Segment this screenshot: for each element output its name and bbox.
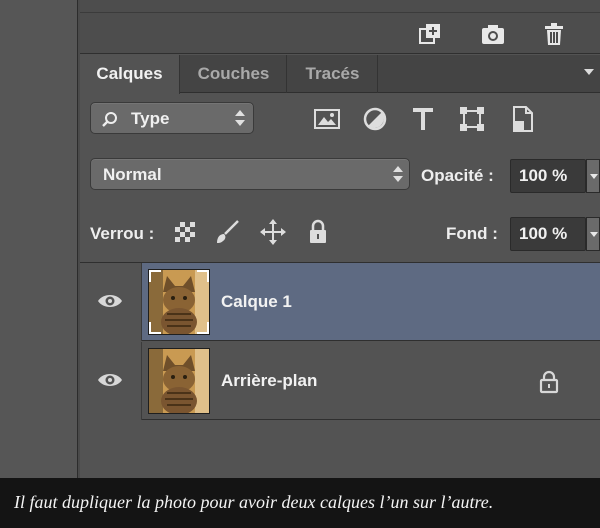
layer-thumbnail[interactable] [148, 348, 210, 414]
lock-label: Verrou : [90, 224, 155, 243]
search-icon [102, 112, 117, 127]
panel-menu-icon[interactable] [584, 69, 594, 75]
fill-dropdown-arrow[interactable] [586, 217, 600, 251]
fill-label: Fond : [446, 224, 498, 243]
lock-icon [539, 370, 559, 394]
eye-icon [98, 374, 122, 386]
new-layer-icon[interactable] [417, 22, 443, 46]
left-panel-strip [0, 0, 78, 478]
lock-position-icon[interactable] [259, 218, 287, 246]
layer-name[interactable]: Arrière-plan [221, 371, 317, 391]
image-filter-icon[interactable] [312, 104, 342, 134]
blend-mode-value: Normal [103, 165, 162, 184]
smart-object-filter-icon[interactable] [507, 104, 537, 134]
lock-paint-icon[interactable] [213, 218, 241, 246]
cat-thumbnail-image [149, 349, 209, 413]
layers-panel: Calques Couches Tracés Type Normal Opaci… [80, 0, 600, 478]
layer-row-arriere-plan[interactable]: Arrière-plan [80, 342, 600, 420]
lock-transparency-icon[interactable] [171, 218, 199, 246]
trash-icon[interactable] [541, 22, 567, 46]
panel-tabs: Calques Couches Tracés [80, 55, 600, 94]
panel-top-toolbar [80, 0, 600, 54]
toolbar-divider [80, 12, 600, 13]
filter-type-select[interactable]: Type [90, 102, 254, 134]
selection-corners [149, 270, 209, 334]
tab-calques[interactable]: Calques [80, 55, 180, 94]
filter-type-label: Type [131, 109, 170, 128]
opacity-field[interactable]: 100 % [510, 159, 586, 193]
caption-bar: Il faut dupliquer la photo pour avoir de… [0, 478, 600, 528]
eye-icon [98, 295, 122, 307]
tab-couches[interactable]: Couches [181, 55, 287, 93]
updown-arrows-icon [235, 110, 245, 128]
tab-traces[interactable]: Tracés [288, 55, 378, 93]
text-filter-icon[interactable] [408, 104, 438, 134]
caption-text: Il faut dupliquer la photo pour avoir de… [14, 492, 494, 512]
layer-thumbnail[interactable] [148, 269, 210, 335]
lock-all-icon[interactable] [304, 218, 332, 246]
updown-arrows-icon [393, 166, 403, 184]
shape-filter-icon[interactable] [457, 104, 487, 134]
opacity-dropdown-arrow[interactable] [586, 159, 600, 193]
blend-mode-select[interactable]: Normal [90, 158, 410, 190]
opacity-label: Opacité : [421, 166, 494, 185]
adjustment-filter-icon[interactable] [360, 104, 390, 134]
visibility-toggle[interactable] [80, 342, 142, 420]
visibility-toggle[interactable] [80, 263, 142, 341]
layer-name[interactable]: Calque 1 [221, 292, 292, 312]
layer-row-calque-1[interactable]: Calque 1 [80, 263, 600, 341]
fill-field[interactable]: 100 % [510, 217, 586, 251]
camera-icon[interactable] [480, 22, 506, 46]
